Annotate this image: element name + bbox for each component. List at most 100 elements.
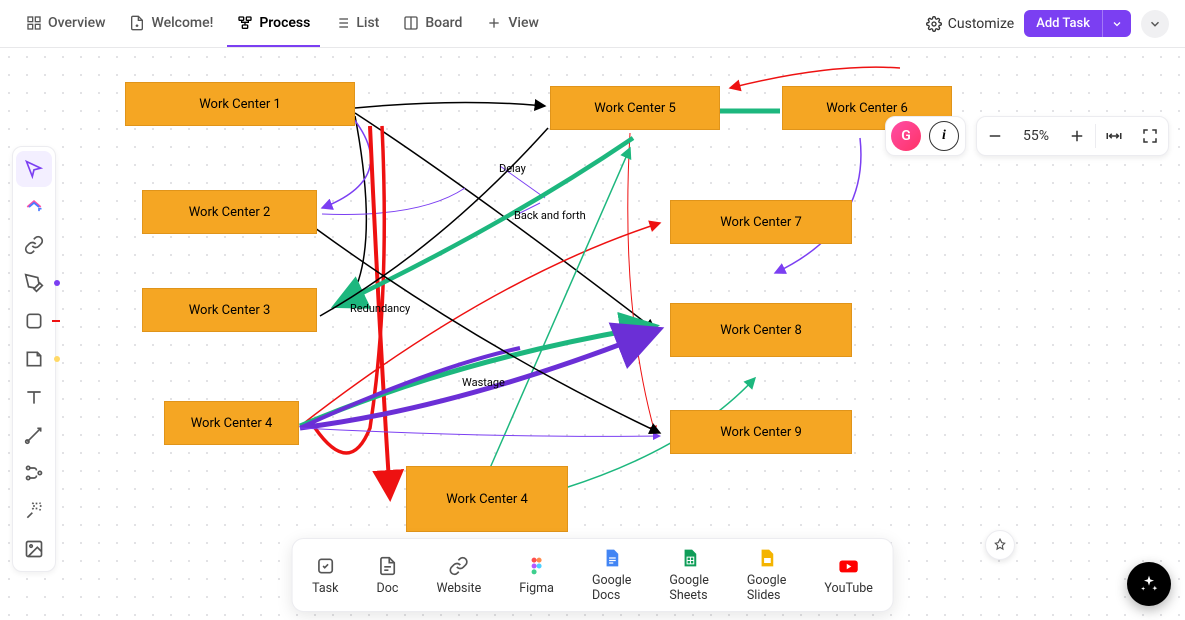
add-task-dropdown[interactable] [1102,10,1131,37]
insert-figma[interactable]: Figma [513,553,560,598]
insert-toolbar: Task Doc Website Figma Google Docs Googl… [291,538,894,612]
sticky-note-icon [24,349,44,369]
node-wc7[interactable]: Work Center 7 [670,200,852,244]
pin-icon [993,538,1007,552]
left-toolbar [12,146,56,572]
node-wc2[interactable]: Work Center 2 [142,190,317,234]
minus-icon [986,127,1004,145]
insert-gsheets[interactable]: Google Sheets [663,545,714,605]
tool-cursor[interactable] [16,151,52,187]
tab-process[interactable]: Process [227,0,320,47]
node-wc3[interactable]: Work Center 3 [142,288,317,332]
gdocs-icon [602,548,622,568]
user-avatar[interactable]: G [891,121,921,151]
edge-label-wastage: Wastage [462,376,505,389]
insert-youtube[interactable]: YouTube [818,553,879,598]
gslides-icon [757,548,777,568]
node-wc4b[interactable]: Work Center 4 [406,466,568,532]
chevron-down-icon [1148,17,1162,31]
tab-overview[interactable]: Overview [16,0,115,47]
zoom-out-button[interactable] [977,118,1013,154]
tool-ai[interactable] [16,189,52,225]
top-right-controls: Customize Add Task [926,10,1169,38]
square-icon [24,311,44,331]
fit-width-button[interactable] [1096,118,1132,154]
zoom-level[interactable]: 55% [1013,128,1059,144]
insert-doc[interactable]: Doc [370,553,404,598]
edge-label-backforth: Back and forth [514,209,586,222]
insert-gdocs[interactable]: Google Docs [586,545,637,605]
task-icon [315,556,335,576]
tab-label: Overview [48,15,105,31]
plus-icon [486,15,502,31]
tool-shape[interactable] [16,303,52,339]
top-nav: Overview Welcome! Process List Board Vie… [0,0,1185,48]
zoom-pill: 55% [976,116,1169,156]
cursor-icon [24,159,44,179]
process-icon [237,15,253,31]
figma-icon [527,556,547,576]
list-icon [334,15,350,31]
node-wc4a[interactable]: Work Center 4 [164,401,299,445]
text-icon [24,387,44,407]
node-wc9[interactable]: Work Center 9 [670,410,852,454]
presence-pill: G i [885,116,966,156]
add-task-group: Add Task [1024,10,1131,37]
customize-button[interactable]: Customize [926,16,1014,32]
fullscreen-icon [1141,127,1159,145]
zoom-in-button[interactable] [1059,118,1095,154]
tab-label: Process [259,15,310,31]
customize-label: Customize [948,16,1014,32]
edge-label-redundancy: Redundancy [350,302,410,315]
view-tabs: Overview Welcome! Process List Board Vie… [16,0,549,47]
tab-list[interactable]: List [324,0,389,47]
tool-image[interactable] [16,531,52,567]
chevron-down-icon [1111,18,1123,30]
dashboard-icon [26,15,42,31]
connector-icon [24,425,44,445]
add-task-button[interactable]: Add Task [1024,10,1102,37]
flowchart-icon [24,463,44,483]
tool-flowchart[interactable] [16,455,52,491]
tab-add-view[interactable]: View [476,0,549,47]
tool-sticky[interactable] [16,341,52,377]
pen-icon [24,273,44,293]
tab-welcome[interactable]: Welcome! [119,0,223,47]
doc-add-icon [129,15,145,31]
insert-task[interactable]: Task [306,553,344,598]
whiteboard-canvas[interactable]: Work Center 1 Work Center 2 Work Center … [0,48,1185,620]
plus-icon [1068,127,1086,145]
tool-magic[interactable] [16,493,52,529]
tab-label: View [508,15,539,31]
youtube-icon [838,555,860,577]
fullscreen-button[interactable] [1132,118,1168,154]
tab-label: List [356,15,379,31]
tab-label: Welcome! [151,15,213,31]
insert-gslides[interactable]: Google Slides [741,545,792,605]
gsheets-icon [679,548,699,568]
doc-icon [377,556,397,576]
image-icon [24,539,44,559]
tool-link[interactable] [16,227,52,263]
fit-width-icon [1105,127,1123,145]
gear-icon [926,16,942,32]
tool-connector[interactable] [16,417,52,453]
more-menu-button[interactable] [1141,10,1169,38]
insert-website[interactable]: Website [430,553,487,598]
tab-board[interactable]: Board [393,0,472,47]
tool-text[interactable] [16,379,52,415]
edge-label-delay: Delay [499,162,526,175]
info-button[interactable]: i [929,121,959,151]
pin-toolbar-button[interactable] [985,530,1015,560]
sparkle-home-icon [24,197,44,217]
node-wc1[interactable]: Work Center 1 [125,82,355,126]
canvas-controls: G i 55% [885,116,1169,156]
node-wc5[interactable]: Work Center 5 [550,86,720,130]
link-icon [24,235,44,255]
tool-pen[interactable] [16,265,52,301]
node-wc8[interactable]: Work Center 8 [670,303,852,357]
tab-label: Board [425,15,462,31]
sparkle-icon [1139,574,1159,594]
board-icon [403,15,419,31]
ai-fab-button[interactable] [1127,562,1171,606]
